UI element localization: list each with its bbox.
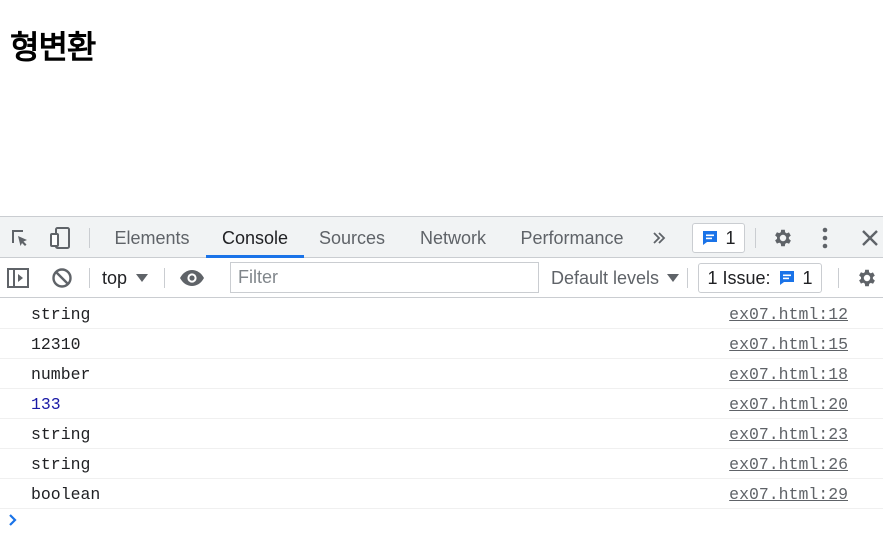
chat-icon bbox=[703, 231, 718, 245]
log-source-link[interactable]: ex07.html:23 bbox=[729, 425, 848, 444]
tab-performance[interactable]: Performance bbox=[514, 217, 630, 258]
console-log-row: string ex07.html:23 bbox=[0, 419, 883, 449]
messages-badge-button[interactable]: 1 bbox=[692, 223, 745, 253]
tab-network[interactable]: Network bbox=[410, 217, 496, 258]
show-sidebar-icon[interactable] bbox=[5, 266, 31, 290]
prompt-chevron-icon bbox=[8, 513, 18, 532]
clear-console-icon[interactable] bbox=[49, 266, 75, 290]
log-source-link[interactable]: ex07.html:26 bbox=[729, 455, 848, 474]
log-message: string bbox=[31, 305, 91, 324]
context-selector[interactable]: top bbox=[102, 267, 149, 289]
log-message: boolean bbox=[31, 485, 101, 504]
toolbar-divider bbox=[164, 268, 165, 288]
chat-icon bbox=[779, 271, 794, 285]
console-log-row: number ex07.html:18 bbox=[0, 359, 883, 389]
log-source-link[interactable]: ex07.html:18 bbox=[729, 365, 848, 384]
log-source-link[interactable]: ex07.html:12 bbox=[729, 305, 848, 324]
filter-input[interactable] bbox=[230, 262, 539, 293]
log-levels-dropdown[interactable]: Default levels bbox=[551, 267, 680, 289]
console-log-row: 133 ex07.html:20 bbox=[0, 389, 883, 419]
console-log-row: string ex07.html:12 bbox=[0, 299, 883, 329]
messages-count: 1 bbox=[725, 227, 736, 248]
kebab-icon[interactable] bbox=[812, 225, 838, 251]
tab-console[interactable]: Console bbox=[206, 217, 304, 258]
devtools-panel: Elements Console Sources Network Perform… bbox=[0, 216, 883, 540]
log-levels-label: Default levels bbox=[551, 267, 660, 288]
context-label: top bbox=[102, 267, 128, 288]
devtools-main-toolbar: Elements Console Sources Network Perform… bbox=[0, 217, 883, 258]
tab-elements[interactable]: Elements bbox=[107, 217, 197, 258]
toolbar-divider bbox=[755, 228, 756, 248]
console-log-row: 12310 ex07.html:15 bbox=[0, 329, 883, 359]
issues-count: 1 bbox=[802, 267, 813, 288]
issues-label: 1 Issue: bbox=[707, 267, 771, 288]
log-message: string bbox=[31, 455, 91, 474]
log-message: number bbox=[31, 365, 91, 384]
log-message: string bbox=[31, 425, 91, 444]
log-message-number: 133 bbox=[31, 395, 61, 414]
chevron-double-right-icon[interactable] bbox=[646, 226, 672, 250]
console-settings-gear-icon[interactable] bbox=[853, 266, 881, 290]
log-source-link[interactable]: ex07.html:29 bbox=[729, 485, 848, 504]
page-title: 형변환 bbox=[10, 28, 96, 66]
log-source-link[interactable]: ex07.html:20 bbox=[729, 395, 848, 414]
inspect-element-icon[interactable] bbox=[6, 225, 34, 251]
eye-icon[interactable] bbox=[177, 266, 207, 290]
close-icon[interactable] bbox=[857, 225, 883, 251]
issues-button[interactable]: 1 Issue: 1 bbox=[698, 263, 822, 293]
console-output: string ex07.html:12 12310 ex07.html:15 n… bbox=[0, 299, 883, 539]
device-toolbar-icon[interactable] bbox=[46, 225, 74, 251]
console-log-row: boolean ex07.html:29 bbox=[0, 479, 883, 509]
toolbar-divider bbox=[838, 268, 839, 288]
console-prompt[interactable] bbox=[0, 509, 883, 539]
log-message: 12310 bbox=[31, 335, 81, 354]
toolbar-divider bbox=[687, 268, 688, 288]
log-source-link[interactable]: ex07.html:15 bbox=[729, 335, 848, 354]
tab-sources[interactable]: Sources bbox=[312, 217, 392, 258]
dropdown-arrow-icon bbox=[667, 274, 680, 282]
dropdown-arrow-icon bbox=[136, 274, 149, 282]
toolbar-divider bbox=[89, 228, 90, 248]
gear-icon[interactable] bbox=[769, 225, 797, 251]
toolbar-divider bbox=[89, 268, 90, 288]
console-toolbar: top Default levels 1 Issue: 1 bbox=[0, 258, 883, 298]
console-log-row: string ex07.html:26 bbox=[0, 449, 883, 479]
